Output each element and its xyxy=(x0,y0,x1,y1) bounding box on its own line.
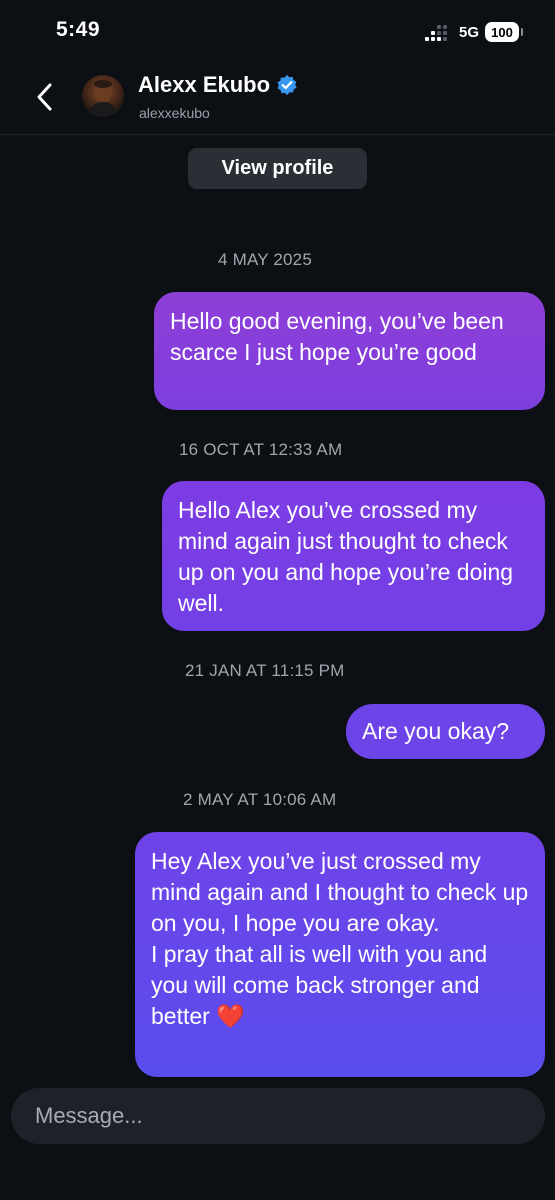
status-indicators: 5G 100 xyxy=(424,22,523,42)
chat-header: Alexx Ekubo alexxekubo xyxy=(0,64,555,135)
message-text: Hello good evening, you’ve been scarce I… xyxy=(170,308,504,365)
back-button[interactable] xyxy=(28,80,62,114)
message-bubble[interactable]: Hey Alex you’ve just crossed my mind aga… xyxy=(135,832,545,1077)
message-bubble[interactable]: Hello Alex you’ve crossed my mind again … xyxy=(162,481,545,631)
contact-name[interactable]: Alexx Ekubo xyxy=(138,72,270,98)
message-bubble[interactable]: Hello good evening, you’ve been scarce I… xyxy=(154,292,545,410)
avatar-portrait-icon xyxy=(88,80,118,117)
message-timestamp: 2 MAY AT 10:06 AM xyxy=(183,790,337,809)
signal-strength-icon xyxy=(424,23,449,41)
header-name-row[interactable]: Alexx Ekubo xyxy=(138,72,298,98)
message-timestamp: 21 JAN AT 11:15 PM xyxy=(185,661,345,680)
message-composer[interactable] xyxy=(11,1088,545,1144)
message-input[interactable] xyxy=(33,1102,523,1130)
message-text: Hey Alex you’ve just crossed my mind aga… xyxy=(151,848,529,936)
message-text: Hello Alex you’ve crossed my mind again … xyxy=(178,497,514,616)
message-timestamp: 4 MAY 2025 xyxy=(218,250,312,269)
message-text: Are you okay? xyxy=(362,718,510,744)
status-time: 5:49 xyxy=(56,18,101,41)
battery-icon: 100 xyxy=(485,22,523,42)
message-timestamp: 16 OCT AT 12:33 AM xyxy=(179,440,343,459)
verified-badge-icon xyxy=(276,74,298,96)
view-profile-button[interactable]: View profile xyxy=(188,148,367,189)
status-bar: 5:49 5G 100 xyxy=(0,0,555,64)
avatar[interactable] xyxy=(82,75,124,117)
contact-username: alexxekubo xyxy=(139,105,210,121)
message-bubble[interactable]: Are you okay? xyxy=(346,704,545,759)
message-text-line-2: I pray that all is well with you and you… xyxy=(151,941,488,1029)
chevron-left-icon xyxy=(37,83,52,111)
network-type: 5G xyxy=(458,23,479,41)
